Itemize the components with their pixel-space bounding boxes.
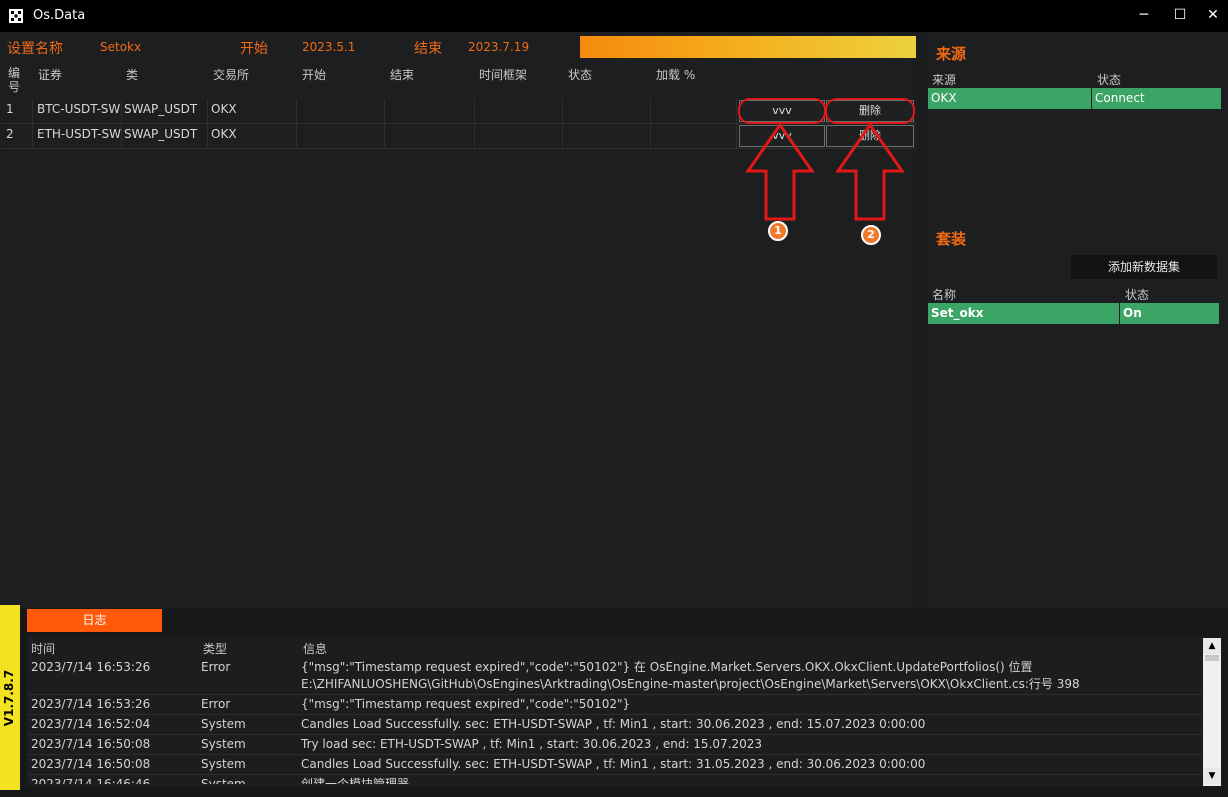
log-type: System bbox=[201, 737, 246, 751]
set-name-label: 设置名称 bbox=[7, 41, 63, 57]
sources-col-status: 状态 bbox=[1097, 73, 1122, 87]
cell-load bbox=[651, 99, 737, 123]
col-header-timeframe: 时间框架 bbox=[479, 68, 528, 82]
cell-status bbox=[563, 124, 651, 148]
cell-start bbox=[297, 99, 385, 123]
log-col-time: 时间 bbox=[31, 642, 56, 656]
log-info: Candles Load Successfully. sec: ETH-USDT… bbox=[301, 717, 926, 731]
log-type: System bbox=[201, 757, 246, 771]
log-time: 2023/7/14 16:53:26 bbox=[31, 660, 151, 674]
tab-log[interactable]: 日志 bbox=[27, 609, 162, 632]
cell-security: BTC-USDT-SW bbox=[33, 99, 122, 123]
sources-title: 来源 bbox=[936, 45, 967, 63]
step-badge-2: 2 bbox=[861, 225, 881, 245]
window-title: Os.Data bbox=[33, 8, 86, 23]
col-header-number: 编 号 bbox=[8, 66, 21, 94]
cell-number: 2 bbox=[2, 124, 33, 148]
log-time: 2023/7/14 16:52:04 bbox=[31, 717, 151, 731]
app-logo-icon bbox=[9, 9, 23, 23]
col-header-load: 加载 % bbox=[656, 68, 696, 82]
cell-number: 1 bbox=[2, 99, 33, 123]
cell-timeframe bbox=[475, 99, 563, 123]
highlight-ring-vvv bbox=[738, 98, 826, 124]
load-progress-bar bbox=[580, 36, 916, 58]
start-label: 开始 bbox=[240, 41, 268, 57]
col-header-exchange: 交易所 bbox=[213, 68, 250, 82]
cell-end bbox=[385, 99, 475, 123]
scroll-up-icon[interactable]: ▲ bbox=[1203, 638, 1221, 654]
cell-type: SWAP_USDT bbox=[122, 124, 208, 148]
version-label: V1.7.8.7 bbox=[2, 669, 16, 727]
cell-end bbox=[385, 124, 475, 148]
log-type: System bbox=[201, 717, 246, 731]
log-row-partial[interactable]: 2023/7/14 16:46:46 System 创建一个模块管理器 bbox=[27, 776, 1202, 784]
cell-security: ETH-USDT-SW bbox=[33, 124, 122, 148]
log-time: 2023/7/14 16:46:46 bbox=[31, 777, 151, 784]
set-name-value[interactable]: Setokx bbox=[100, 40, 141, 54]
log-time: 2023/7/14 16:50:08 bbox=[31, 737, 151, 751]
annotation-arrow-up-icon bbox=[835, 123, 905, 221]
scroll-down-icon[interactable]: ▼ bbox=[1203, 768, 1221, 784]
cell-timeframe bbox=[475, 124, 563, 148]
source-name-cell[interactable]: OKX bbox=[928, 88, 1091, 109]
cell-status bbox=[563, 99, 651, 123]
end-label: 结束 bbox=[414, 41, 442, 57]
log-type: Error bbox=[201, 697, 231, 711]
set-name-cell[interactable]: Set_okx bbox=[928, 303, 1119, 324]
log-info: Candles Load Successfully. sec: ETH-USDT… bbox=[301, 757, 926, 771]
log-type: Error bbox=[201, 660, 231, 674]
cell-exchange: OKX bbox=[208, 99, 297, 123]
maximize-button[interactable]: ☐ bbox=[1165, 4, 1195, 26]
highlight-ring-delete bbox=[825, 98, 915, 124]
cell-start bbox=[297, 124, 385, 148]
log-info: Try load sec: ETH-USDT-SWAP , tf: Min1 ,… bbox=[301, 737, 763, 751]
col-header-end: 结束 bbox=[390, 68, 415, 82]
minimize-button[interactable]: ─ bbox=[1129, 4, 1159, 26]
col-header-type: 类 bbox=[126, 68, 139, 82]
annotation-arrow-up-icon bbox=[745, 123, 815, 221]
cell-load bbox=[651, 124, 737, 148]
end-date-value[interactable]: 2023.7.19 bbox=[468, 40, 529, 54]
sets-col-name: 名称 bbox=[932, 288, 957, 302]
log-info: {"msg":"Timestamp request expired","code… bbox=[301, 697, 631, 711]
log-type: System bbox=[201, 777, 246, 784]
log-col-info: 信息 bbox=[303, 642, 328, 656]
log-info-line2: E:\ZHIFANLUOSHENG\GitHub\OsEngines\Arktr… bbox=[301, 677, 1080, 691]
cell-exchange: OKX bbox=[208, 124, 297, 148]
col-header-status: 状态 bbox=[568, 68, 593, 82]
set-status-cell[interactable]: On bbox=[1120, 303, 1219, 324]
source-status-cell[interactable]: Connect bbox=[1092, 88, 1221, 109]
start-date-value[interactable]: 2023.5.1 bbox=[302, 40, 355, 54]
log-info: 创建一个模块管理器 bbox=[301, 777, 410, 784]
sidebar-panel bbox=[922, 32, 1228, 626]
close-button[interactable]: ✕ bbox=[1198, 4, 1228, 26]
log-col-type: 类型 bbox=[203, 642, 228, 656]
sets-title: 套装 bbox=[936, 230, 967, 248]
step-badge-1: 1 bbox=[768, 221, 788, 241]
log-info: {"msg":"Timestamp request expired","code… bbox=[301, 660, 1033, 674]
sets-col-status: 状态 bbox=[1125, 288, 1150, 302]
add-new-dataset-button[interactable]: 添加新数据集 bbox=[1071, 255, 1217, 279]
title-bar bbox=[0, 0, 1228, 32]
col-header-security: 证券 bbox=[38, 68, 63, 82]
sources-col-source: 来源 bbox=[932, 73, 957, 87]
log-time: 2023/7/14 16:50:08 bbox=[31, 757, 151, 771]
log-time: 2023/7/14 16:53:26 bbox=[31, 697, 151, 711]
cell-type: SWAP_USDT bbox=[122, 99, 208, 123]
col-header-start: 开始 bbox=[302, 68, 327, 82]
scroll-thumb[interactable] bbox=[1205, 655, 1219, 661]
